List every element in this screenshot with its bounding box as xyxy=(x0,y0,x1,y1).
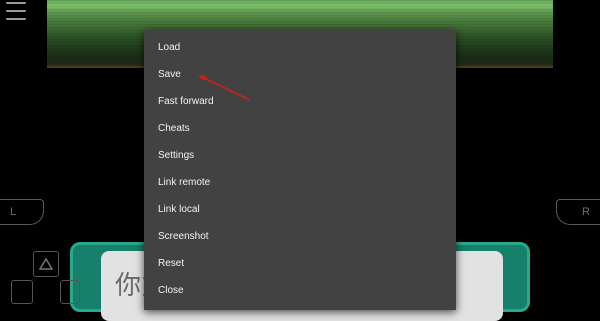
menu-item-settings[interactable]: Settings xyxy=(144,142,456,169)
dpad-left-button[interactable] xyxy=(11,280,33,304)
triangle-up-icon xyxy=(39,258,53,270)
menu-item-reset[interactable]: Reset xyxy=(144,250,456,277)
menu-item-label: Reset xyxy=(158,258,185,269)
menu-item-link-remote[interactable]: Link remote xyxy=(144,169,456,196)
menu-item-cheats[interactable]: Cheats xyxy=(144,115,456,142)
popup-menu: Load Save Fast forward Cheats Settings L… xyxy=(144,30,456,310)
menu-item-label: Link local xyxy=(158,204,200,215)
dpad-right-button[interactable] xyxy=(60,280,80,304)
menu-item-label: Load xyxy=(158,42,181,53)
shoulder-right-label: R xyxy=(582,206,590,218)
menu-item-label: Save xyxy=(158,69,181,80)
red-arrow-icon xyxy=(198,75,251,101)
menu-item-save[interactable]: Save xyxy=(144,61,456,88)
menu-item-close[interactable]: Close xyxy=(144,277,456,304)
menu-item-label: Close xyxy=(158,285,184,296)
menu-item-label: Screenshot xyxy=(158,231,209,242)
menu-item-fast-forward[interactable]: Fast forward xyxy=(144,88,456,115)
shoulder-left-label: L xyxy=(10,206,17,218)
menu-item-label: Link remote xyxy=(158,177,211,188)
shoulder-right-button[interactable]: R xyxy=(556,199,600,225)
menu-item-load[interactable]: Load xyxy=(144,34,456,61)
hamburger-menu-icon[interactable] xyxy=(6,2,26,20)
menu-item-link-local[interactable]: Link local xyxy=(144,196,456,223)
menu-item-label: Cheats xyxy=(158,123,190,134)
dpad-up-button[interactable] xyxy=(33,251,59,277)
menu-item-screenshot[interactable]: Screenshot xyxy=(144,223,456,250)
shoulder-left-button[interactable]: L xyxy=(0,199,44,225)
menu-item-label: Settings xyxy=(158,150,195,161)
